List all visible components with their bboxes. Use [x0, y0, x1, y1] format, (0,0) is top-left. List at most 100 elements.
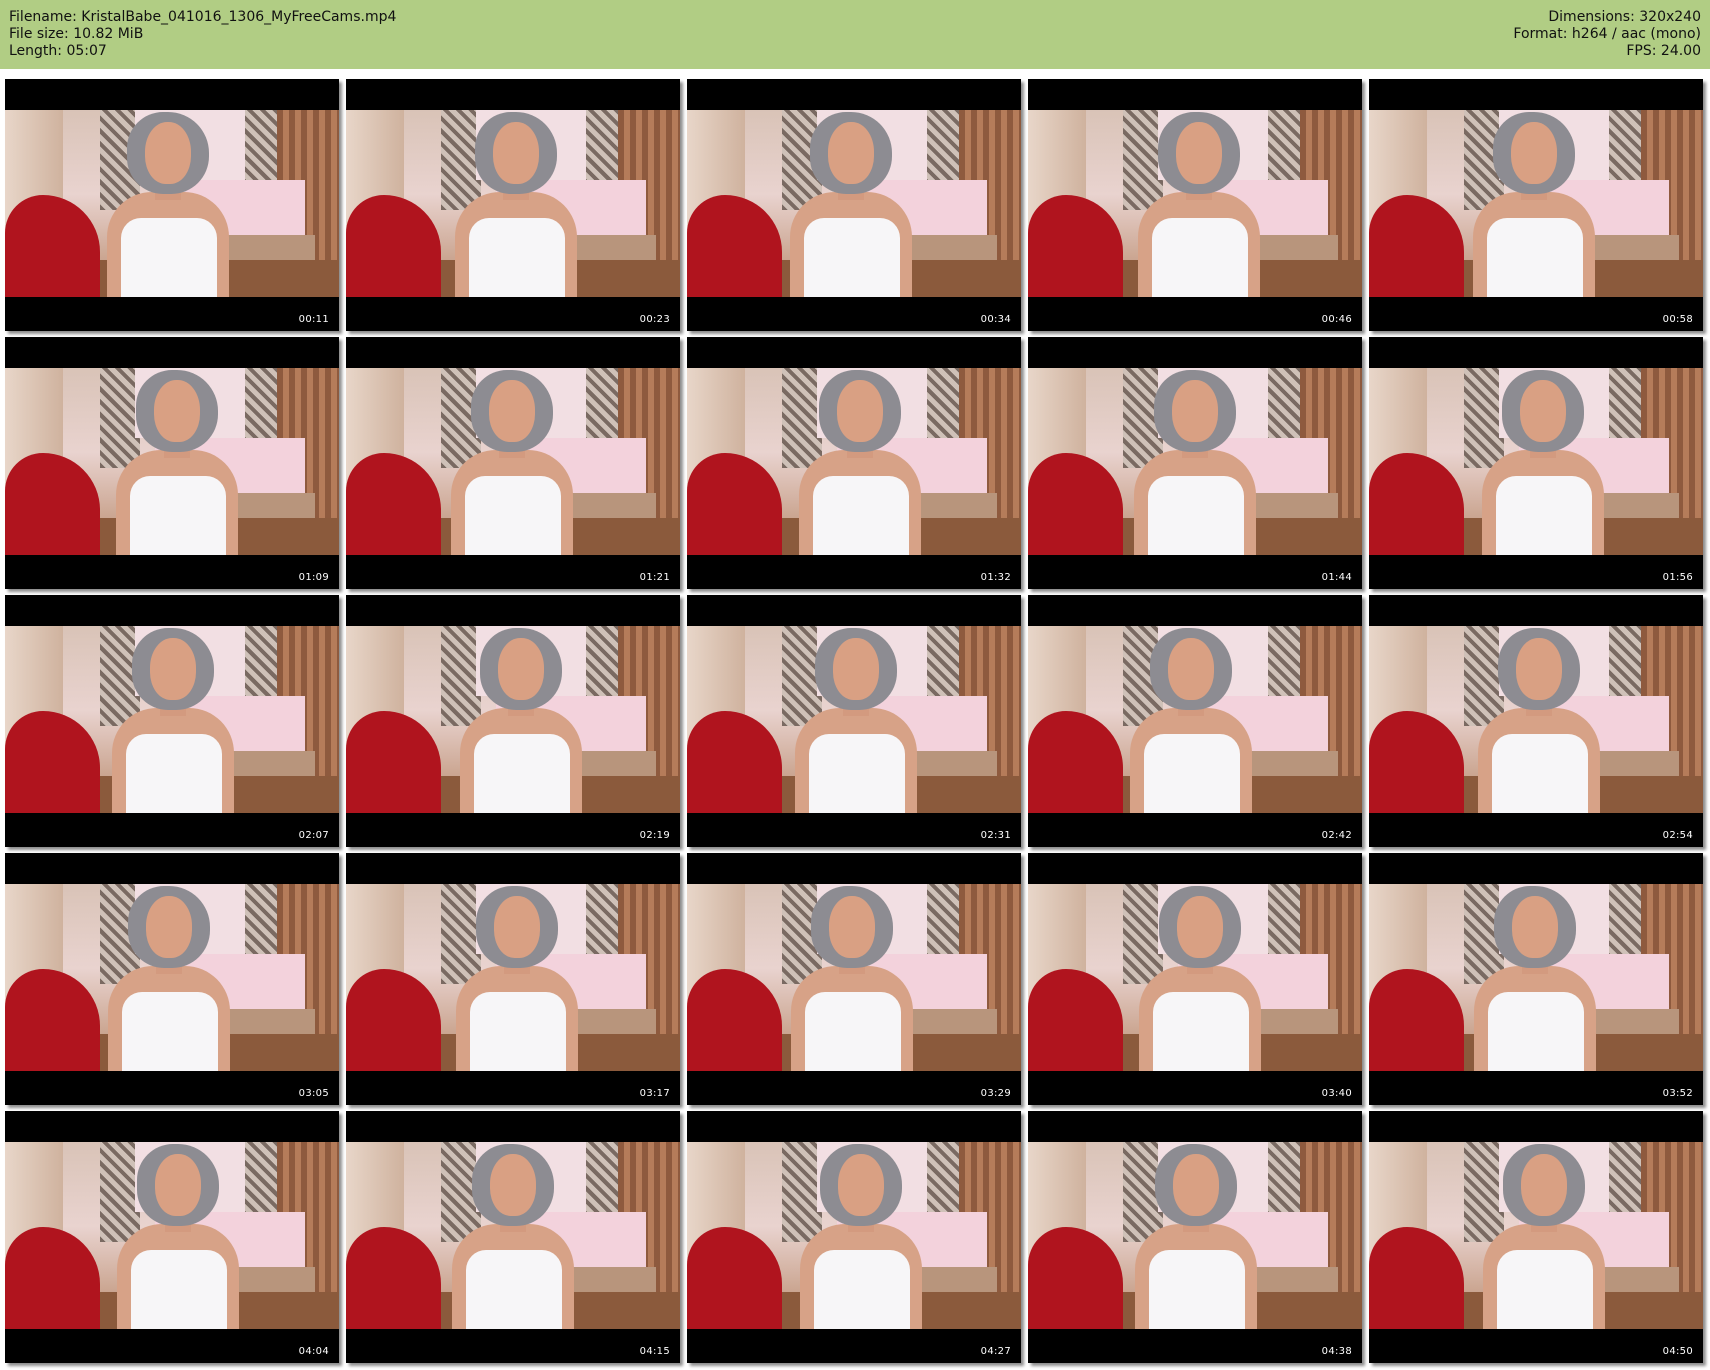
- video-thumbnail[interactable]: 01:44: [1028, 337, 1362, 589]
- scene-face: [498, 638, 544, 700]
- scene-face: [493, 122, 539, 184]
- scene-chair: [687, 711, 782, 813]
- scene-lampwall: [782, 1142, 822, 1242]
- scene-lampwall: [1123, 884, 1163, 984]
- scene-top: [804, 218, 900, 297]
- video-thumbnail[interactable]: 04:15: [346, 1111, 680, 1363]
- thumbnail-frame-image: [1369, 626, 1703, 813]
- scene-chair: [1028, 1227, 1123, 1329]
- scene-chair: [1369, 453, 1464, 555]
- thumbnail-timestamp: 04:04: [298, 1346, 329, 1357]
- scene-chair: [346, 453, 441, 555]
- thumbnail-frame-image: [1369, 368, 1703, 555]
- thumbnail-frame-image: [687, 110, 1021, 297]
- scene-chair: [5, 195, 100, 297]
- thumbnail-frame-image: [346, 110, 680, 297]
- scene-face: [155, 1154, 201, 1216]
- scene-face: [1177, 896, 1223, 958]
- scene-face: [494, 896, 540, 958]
- thumbnail-timestamp: 01:21: [639, 572, 670, 583]
- scene-face: [829, 896, 875, 958]
- thumbnail-frame-image: [346, 1142, 680, 1329]
- video-thumbnail[interactable]: 03:40: [1028, 853, 1362, 1105]
- video-thumbnail[interactable]: 00:46: [1028, 79, 1362, 331]
- thumbnail-timestamp: 02:42: [1321, 830, 1352, 841]
- thumbnail-frame-image: [346, 884, 680, 1071]
- video-thumbnail[interactable]: 04:50: [1369, 1111, 1703, 1363]
- thumbnail-frame-image: [1369, 110, 1703, 297]
- scene-chair: [5, 1227, 100, 1329]
- video-thumbnail[interactable]: 03:17: [346, 853, 680, 1105]
- scene-top: [122, 992, 218, 1071]
- file-info: Filename: KristalBabe_041016_1306_MyFree…: [9, 9, 396, 60]
- scene-chair: [687, 453, 782, 555]
- video-thumbnail[interactable]: 04:04: [5, 1111, 339, 1363]
- scene-top: [474, 734, 570, 813]
- thumbnail-timestamp: 01:44: [1321, 572, 1352, 583]
- video-thumbnail[interactable]: 02:31: [687, 595, 1021, 847]
- video-thumbnail[interactable]: 01:56: [1369, 337, 1703, 589]
- filesize-label: File size: 10.82 MiB: [9, 26, 144, 42]
- scene-face: [1511, 122, 1557, 184]
- video-thumbnail[interactable]: 00:23: [346, 79, 680, 331]
- length-label: Length: 05:07: [9, 43, 107, 59]
- scene-top: [805, 992, 901, 1071]
- thumbnail-grid: 00:11 00:23 00:34 00:46 00:58 01:09 01:21 01:32…: [5, 79, 1703, 1363]
- thumbnail-frame-image: [346, 626, 680, 813]
- video-thumbnail[interactable]: 00:58: [1369, 79, 1703, 331]
- scene-face: [833, 638, 879, 700]
- thumbnail-frame-image: [1028, 368, 1362, 555]
- video-thumbnail[interactable]: 00:11: [5, 79, 339, 331]
- scene-top: [1153, 992, 1249, 1071]
- video-thumbnail[interactable]: 02:54: [1369, 595, 1703, 847]
- video-thumbnail[interactable]: 04:27: [687, 1111, 1021, 1363]
- thumbnail-timestamp: 01:56: [1662, 572, 1693, 583]
- video-thumbnail[interactable]: 00:34: [687, 79, 1021, 331]
- scene-chair: [687, 1227, 782, 1329]
- thumbnail-timestamp: 02:07: [298, 830, 329, 841]
- scene-top: [469, 218, 565, 297]
- scene-chair: [1028, 195, 1123, 297]
- thumbnail-frame-image: [5, 884, 339, 1071]
- scene-chair: [1369, 195, 1464, 297]
- scene-chair: [1028, 453, 1123, 555]
- video-thumbnail[interactable]: 01:32: [687, 337, 1021, 589]
- video-thumbnail[interactable]: 02:19: [346, 595, 680, 847]
- scene-face: [1168, 638, 1214, 700]
- video-thumbnail[interactable]: 02:07: [5, 595, 339, 847]
- scene-top: [814, 1250, 910, 1329]
- scene-top: [1152, 218, 1248, 297]
- thumbnail-timestamp: 03:40: [1321, 1088, 1352, 1099]
- scene-chair: [5, 969, 100, 1071]
- fps-label: FPS: 24.00: [1626, 43, 1701, 59]
- scene-chair: [1369, 711, 1464, 813]
- scene-top: [1149, 1250, 1245, 1329]
- thumbnail-frame-image: [1028, 1142, 1362, 1329]
- scene-face: [1173, 1154, 1219, 1216]
- scene-face: [838, 1154, 884, 1216]
- scene-face: [489, 380, 535, 442]
- scene-top: [1144, 734, 1240, 813]
- scene-top: [126, 734, 222, 813]
- scene-top: [813, 476, 909, 555]
- filename-label: Filename: KristalBabe_041016_1306_MyFree…: [9, 9, 397, 25]
- scene-chair: [346, 195, 441, 297]
- scene-top: [1488, 992, 1584, 1071]
- scene-face: [1516, 638, 1562, 700]
- scene-lampwall: [1123, 110, 1163, 210]
- thumbnail-timestamp: 00:58: [1662, 314, 1693, 325]
- video-thumbnail[interactable]: 01:09: [5, 337, 339, 589]
- scene-chair: [1028, 969, 1123, 1071]
- video-thumbnail[interactable]: 01:21: [346, 337, 680, 589]
- scene-face: [154, 380, 200, 442]
- video-thumbnail[interactable]: 03:29: [687, 853, 1021, 1105]
- video-thumbnail[interactable]: 03:05: [5, 853, 339, 1105]
- video-thumbnail[interactable]: 02:42: [1028, 595, 1362, 847]
- thumbnail-frame-image: [1028, 110, 1362, 297]
- scene-top: [1496, 476, 1592, 555]
- video-thumbnail[interactable]: 04:38: [1028, 1111, 1362, 1363]
- scene-face: [828, 122, 874, 184]
- scene-face: [1172, 380, 1218, 442]
- scene-face: [1512, 896, 1558, 958]
- video-thumbnail[interactable]: 03:52: [1369, 853, 1703, 1105]
